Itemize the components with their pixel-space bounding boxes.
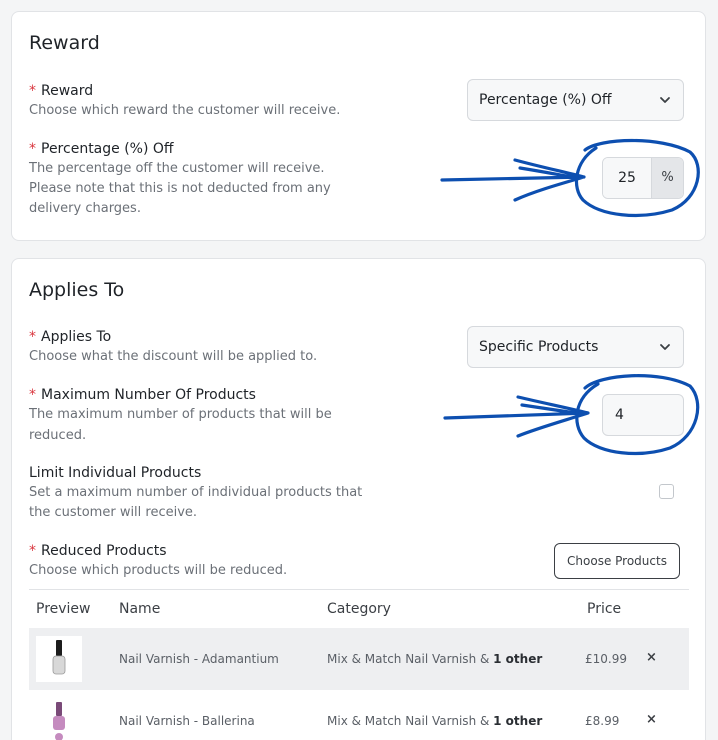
reward-select-value: Percentage (%) Off <box>479 92 612 108</box>
header-preview: Preview <box>36 601 91 617</box>
chevron-down-icon <box>660 97 670 103</box>
table-row: Nail Varnish - Adamantium Mix & Match Na… <box>29 628 689 690</box>
chevron-down-icon <box>660 344 670 350</box>
nail-varnish-bottle-icon <box>53 702 65 740</box>
applies-to-card: Applies To * Applies To Choose what the d… <box>11 258 706 740</box>
applies-select-value: Specific Products <box>479 339 599 355</box>
max-products-label-text: Maximum Number Of Products <box>41 387 256 403</box>
table-header: Preview Name Category Price <box>29 590 689 628</box>
max-products-label: * Maximum Number Of Products <box>29 387 256 403</box>
limit-help-1: Set a maximum number of individual produ… <box>29 485 363 500</box>
limit-products-checkbox[interactable] <box>659 484 674 499</box>
reward-card: Reward * Reward Choose which reward the c… <box>11 11 706 241</box>
category-text: Mix & Match Nail Varnish & <box>327 714 494 728</box>
max-products-help-1: The maximum number of products that will… <box>29 407 332 422</box>
reward-label: * Reward <box>29 83 93 99</box>
header-name: Name <box>119 601 161 617</box>
percentage-input[interactable]: 25 <box>603 158 651 198</box>
applies-label-text: Applies To <box>41 329 112 345</box>
required-mark: * <box>29 83 36 99</box>
limit-label: Limit Individual Products <box>29 465 202 481</box>
reduced-products-table: Preview Name Category Price Nail Varnish… <box>29 589 689 740</box>
category-more-link[interactable]: 1 other <box>493 652 542 666</box>
reward-select[interactable]: Percentage (%) Off <box>467 79 684 121</box>
category-more-link[interactable]: 1 other <box>493 714 542 728</box>
header-price: Price <box>587 601 622 617</box>
required-mark: * <box>29 141 36 157</box>
reduced-label: * Reduced Products <box>29 543 167 559</box>
required-mark: * <box>29 329 36 345</box>
max-products-help-2: reduced. <box>29 428 87 443</box>
max-products-input[interactable]: 4 <box>602 394 684 436</box>
applies-select[interactable]: Specific Products <box>467 326 684 368</box>
remove-product-button[interactable]: × <box>646 650 657 665</box>
required-mark: * <box>29 387 36 403</box>
nail-varnish-bottle-icon <box>52 640 66 675</box>
applies-help: Choose what the discount will be applied… <box>29 349 318 364</box>
percent-addon: % <box>651 158 683 198</box>
percentage-help-2: Please note that this is not deducted fr… <box>29 181 331 196</box>
product-thumbnail <box>36 636 82 682</box>
applies-section-title: Applies To <box>29 279 125 301</box>
percentage-label-text: Percentage (%) Off <box>41 141 174 157</box>
percentage-label: * Percentage (%) Off <box>29 141 174 157</box>
reward-label-text: Reward <box>41 83 94 99</box>
limit-help-2: the customer will receive. <box>29 505 198 520</box>
reward-section-title: Reward <box>29 32 100 54</box>
remove-product-button[interactable]: × <box>646 712 657 727</box>
product-name: Nail Varnish - Ballerina <box>119 714 255 728</box>
reduced-help: Choose which products will be reduced. <box>29 563 288 578</box>
percentage-help-1: The percentage off the customer will rec… <box>29 161 325 176</box>
product-thumbnail <box>36 698 82 740</box>
product-category: Mix & Match Nail Varnish & 1 other <box>327 714 542 728</box>
product-name: Nail Varnish - Adamantium <box>119 652 279 666</box>
choose-products-button[interactable]: Choose Products <box>554 543 680 579</box>
applies-label: * Applies To <box>29 329 111 345</box>
category-text: Mix & Match Nail Varnish & <box>327 652 494 666</box>
product-price: £8.99 <box>585 714 620 728</box>
reduced-label-text: Reduced Products <box>41 543 167 559</box>
percentage-input-group: 25 % <box>602 157 684 199</box>
header-category: Category <box>327 601 391 617</box>
product-price: £10.99 <box>585 652 627 666</box>
required-mark: * <box>29 543 36 559</box>
percentage-help-3: delivery charges. <box>29 201 141 216</box>
product-category: Mix & Match Nail Varnish & 1 other <box>327 652 542 666</box>
table-row: Nail Varnish - Ballerina Mix & Match Nai… <box>29 690 689 740</box>
reward-help: Choose which reward the customer will re… <box>29 103 341 118</box>
